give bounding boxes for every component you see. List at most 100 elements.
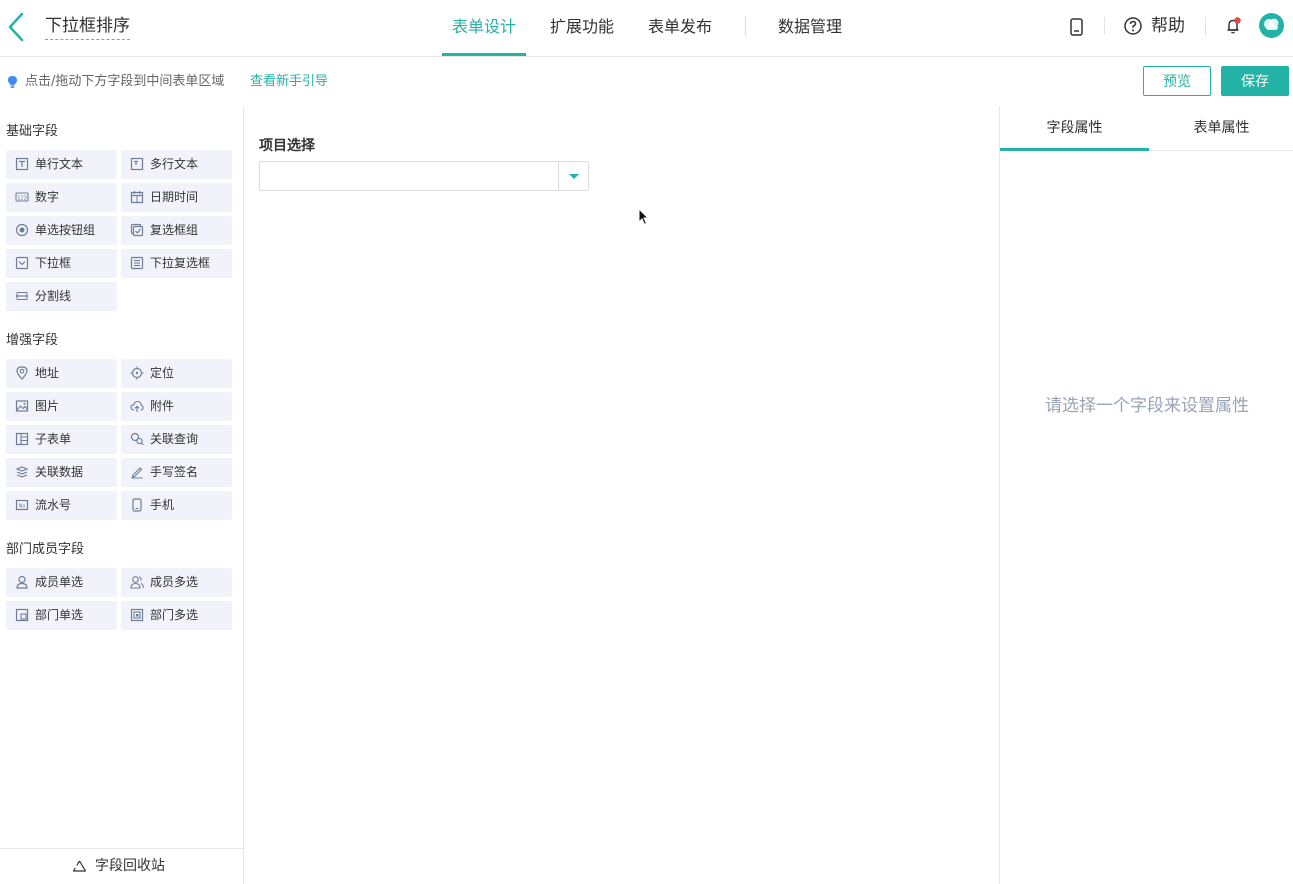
- field-item-label: 复选框组: [150, 223, 199, 237]
- header-divider: [1205, 17, 1206, 35]
- text-multiline-icon: [130, 157, 144, 171]
- notification-bell-icon[interactable]: [1225, 17, 1243, 39]
- field-item-label: 下拉框: [35, 256, 72, 270]
- group-title-enhanced: 增强字段: [6, 333, 59, 348]
- field-item-dropdown-checkbox[interactable]: 下拉复选框: [121, 249, 232, 278]
- field-item-label: 数字: [35, 190, 60, 204]
- field-item-address[interactable]: 地址: [6, 359, 117, 388]
- svg-text:No: No: [19, 504, 26, 510]
- map-pin-icon: [16, 366, 28, 380]
- field-item-single-line-text[interactable]: 单行文本: [6, 150, 117, 179]
- dropdown-icon: [15, 256, 29, 270]
- field-item-number[interactable]: 123 数字: [6, 183, 117, 212]
- nav-divider: [745, 16, 746, 36]
- tab-form-properties[interactable]: 表单属性: [1149, 106, 1293, 151]
- tab-form-publish[interactable]: 表单发布: [648, 0, 712, 56]
- help-label[interactable]: 帮助: [1151, 15, 1185, 37]
- field-item-label: 单行文本: [35, 157, 84, 171]
- mobile-icon: [132, 498, 142, 512]
- field-palette: 基础字段 单行文本 多行文本 123 数字 日期时间 单选按钮组 复选框组 下拉…: [0, 106, 244, 884]
- tab-form-design[interactable]: 表单设计: [442, 0, 526, 56]
- field-item-datetime[interactable]: 日期时间: [121, 183, 232, 212]
- field-item-divider[interactable]: 分割线: [6, 282, 117, 311]
- field-item-radio-group[interactable]: 单选按钮组: [6, 216, 117, 245]
- link-query-icon: [130, 432, 144, 446]
- serial-number-icon: No: [15, 499, 29, 511]
- svg-text:123: 123: [17, 195, 27, 201]
- calendar-icon: [130, 191, 144, 204]
- field-item-multi-line-text[interactable]: 多行文本: [121, 150, 232, 179]
- field-item-label: 成员多选: [150, 575, 199, 589]
- field-item-label: 定位: [150, 366, 175, 380]
- form-canvas[interactable]: 项目选择: [244, 106, 1000, 884]
- field-item-label: 多行文本: [150, 157, 199, 171]
- field-item-link-query[interactable]: 关联查询: [121, 425, 232, 454]
- field-item-label: 地址: [35, 366, 60, 380]
- field-item-department-multi[interactable]: 部门多选: [121, 601, 232, 630]
- number-icon: 123: [15, 192, 29, 202]
- locate-icon: [130, 366, 144, 380]
- help-icon[interactable]: [1124, 17, 1142, 39]
- save-button[interactable]: 保存: [1221, 66, 1289, 96]
- field-item-label: 日期时间: [150, 190, 199, 204]
- field-item-signature[interactable]: 手写签名: [121, 458, 232, 487]
- field-item-link-data[interactable]: 关联数据: [6, 458, 117, 487]
- field-item-mobile[interactable]: 手机: [121, 491, 232, 520]
- field-item-location[interactable]: 定位: [121, 359, 232, 388]
- caret-down-icon[interactable]: [558, 162, 588, 190]
- back-arrow-icon[interactable]: [6, 12, 28, 42]
- field-item-label: 流水号: [35, 498, 72, 512]
- department-icon: [15, 608, 29, 622]
- pen-icon: [131, 467, 143, 479]
- field-item-checkbox-group[interactable]: 复选框组: [121, 216, 232, 245]
- subform-icon: [15, 432, 29, 446]
- mobile-preview-icon[interactable]: [1069, 18, 1084, 40]
- field-item-label: 成员单选: [35, 575, 84, 589]
- field-item-member-single[interactable]: 成员单选: [6, 568, 117, 597]
- field-item-label: 子表单: [35, 432, 72, 446]
- field-item-label: 手写签名: [150, 465, 199, 479]
- mouse-cursor-icon: [638, 207, 650, 230]
- field-item-label: 图片: [35, 399, 60, 413]
- top-header: 下拉框排序 表单设计 扩展功能 表单发布 数据管理 帮助: [0, 0, 1293, 57]
- form-title[interactable]: 下拉框排序: [45, 15, 130, 40]
- field-item-dropdown[interactable]: 下拉框: [6, 249, 117, 278]
- radio-icon: [15, 223, 29, 237]
- field-item-label: 部门单选: [35, 608, 84, 622]
- preview-button[interactable]: 预览: [1143, 66, 1211, 96]
- upload-cloud-icon: [130, 400, 144, 412]
- field-item-label: 关联查询: [150, 432, 199, 446]
- field-item-label: 附件: [150, 399, 175, 413]
- text-line-icon: [15, 157, 29, 171]
- departments-icon: [130, 608, 144, 622]
- divider-icon: [16, 292, 28, 300]
- field-item-attachment[interactable]: 附件: [121, 392, 232, 421]
- tip-text: 点击/拖动下方字段到中间表单区域: [25, 74, 225, 89]
- field-item-image[interactable]: 图片: [6, 392, 117, 421]
- field-item-label: 部门多选: [150, 608, 199, 622]
- field-item-label: 手机: [150, 498, 175, 512]
- users-icon: [130, 576, 144, 589]
- image-icon: [15, 400, 29, 412]
- field-item-subform[interactable]: 子表单: [6, 425, 117, 454]
- user-icon: [16, 575, 28, 589]
- field-recycle-bin[interactable]: 字段回收站: [0, 848, 243, 884]
- lightbulb-icon: [7, 75, 18, 93]
- group-title-department-member: 部门成员字段: [6, 542, 85, 557]
- dropdown-checkbox-icon: [130, 256, 144, 270]
- empty-properties-hint: 请选择一个字段来设置属性: [1045, 396, 1249, 416]
- tab-field-properties[interactable]: 字段属性: [1000, 106, 1149, 151]
- field-item-department-single[interactable]: 部门单选: [6, 601, 117, 630]
- field-item-member-multi[interactable]: 成员多选: [121, 568, 232, 597]
- field-item-label: 关联数据: [35, 465, 84, 479]
- header-divider: [1104, 17, 1105, 35]
- tab-data-management[interactable]: 数据管理: [778, 0, 842, 56]
- guide-link[interactable]: 查看新手引导: [250, 73, 328, 91]
- group-title-basic: 基础字段: [6, 124, 59, 139]
- field-item-serial-number[interactable]: No 流水号: [6, 491, 117, 520]
- tab-extensions[interactable]: 扩展功能: [550, 0, 614, 56]
- user-avatar[interactable]: [1259, 13, 1284, 38]
- project-select-dropdown[interactable]: [259, 161, 589, 191]
- field-item-label: 分割线: [35, 289, 72, 303]
- field-item-label: 下拉复选框: [150, 256, 211, 270]
